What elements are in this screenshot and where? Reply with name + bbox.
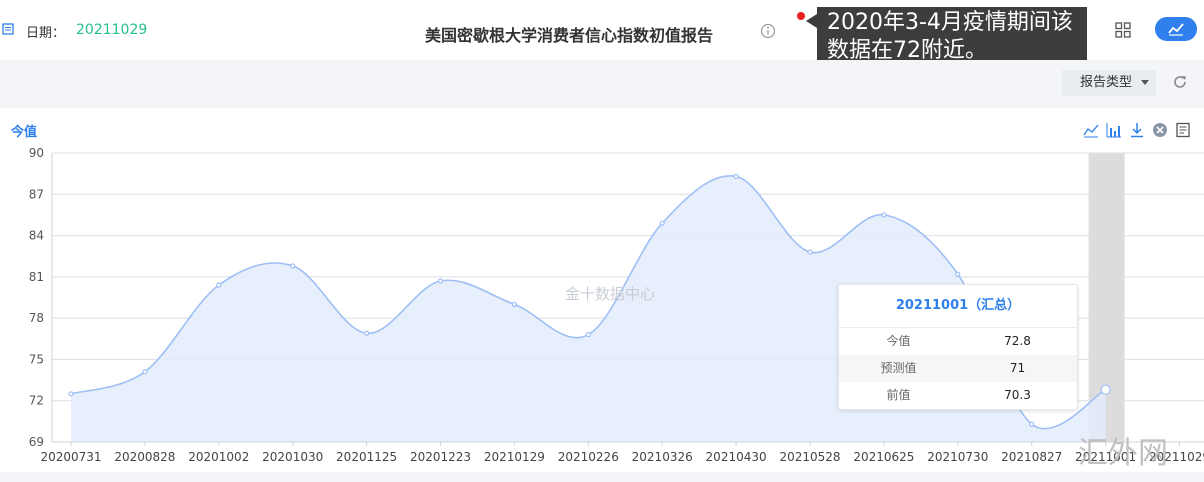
data-point	[290, 263, 296, 269]
site-watermark: 汇外网	[1078, 436, 1168, 471]
x-tick-label: 20210528	[779, 450, 840, 464]
data-point	[659, 220, 665, 226]
hover-row-forecast: 预测值 71	[839, 355, 1077, 382]
hover-tooltip: 20211001（汇总） 今值 72.8 预测值 71 前值 70.3	[838, 284, 1078, 410]
data-point	[142, 369, 148, 375]
data-point	[881, 212, 887, 218]
watermark-text: 金十数据中心	[565, 285, 656, 303]
data-point	[807, 249, 813, 255]
x-tick-label: 20201002	[188, 450, 249, 464]
y-tick-label: 84	[29, 229, 44, 243]
x-tick-label: 20210326	[632, 450, 693, 464]
data-point	[955, 271, 961, 277]
data-point	[733, 173, 739, 179]
hover-tooltip-title: 20211001（汇总）	[839, 285, 1077, 328]
y-tick-label: 90	[29, 146, 44, 160]
y-tick-label: 72	[29, 394, 44, 408]
x-tick-label: 20201223	[410, 450, 471, 464]
y-tick-label: 75	[29, 352, 44, 366]
data-center-watermark: 金十数据中心	[565, 283, 655, 304]
x-tick-label: 20201030	[262, 450, 323, 464]
hover-row-value: 70.3	[1004, 388, 1031, 402]
x-tick-label: 20210730	[927, 450, 988, 464]
y-tick-label: 69	[29, 435, 44, 449]
y-tick-label: 81	[29, 270, 44, 284]
x-tick-label: 20210827	[1001, 450, 1062, 464]
x-tick-label: 20210226	[558, 450, 619, 464]
hover-row-value: 71	[1009, 361, 1026, 375]
y-tick-label: 78	[29, 311, 44, 325]
data-point	[68, 391, 74, 397]
x-tick-label: 20200828	[114, 450, 175, 464]
x-tick-label: 20210129	[484, 450, 545, 464]
data-point	[437, 278, 444, 284]
x-tick-label: 20200731	[40, 450, 101, 464]
data-point	[216, 282, 222, 288]
data-point	[1029, 421, 1035, 427]
data-point	[364, 330, 370, 336]
data-point	[1100, 384, 1111, 395]
data-point	[511, 301, 518, 307]
hover-row-previous: 前值 70.3	[839, 382, 1077, 409]
hover-row-label: 预测值	[880, 361, 917, 375]
y-tick-label: 87	[29, 187, 44, 201]
hover-row-label: 今值	[886, 334, 911, 348]
x-tick-label: 20210625	[853, 450, 914, 464]
hover-row-value: 72.8	[1004, 334, 1031, 348]
hover-row-label: 前值	[886, 388, 911, 402]
x-tick-label: 20201125	[336, 450, 397, 464]
x-tick-label: 20210430	[706, 450, 767, 464]
hover-row-actual: 今值 72.8	[839, 328, 1077, 355]
data-point	[585, 332, 591, 338]
